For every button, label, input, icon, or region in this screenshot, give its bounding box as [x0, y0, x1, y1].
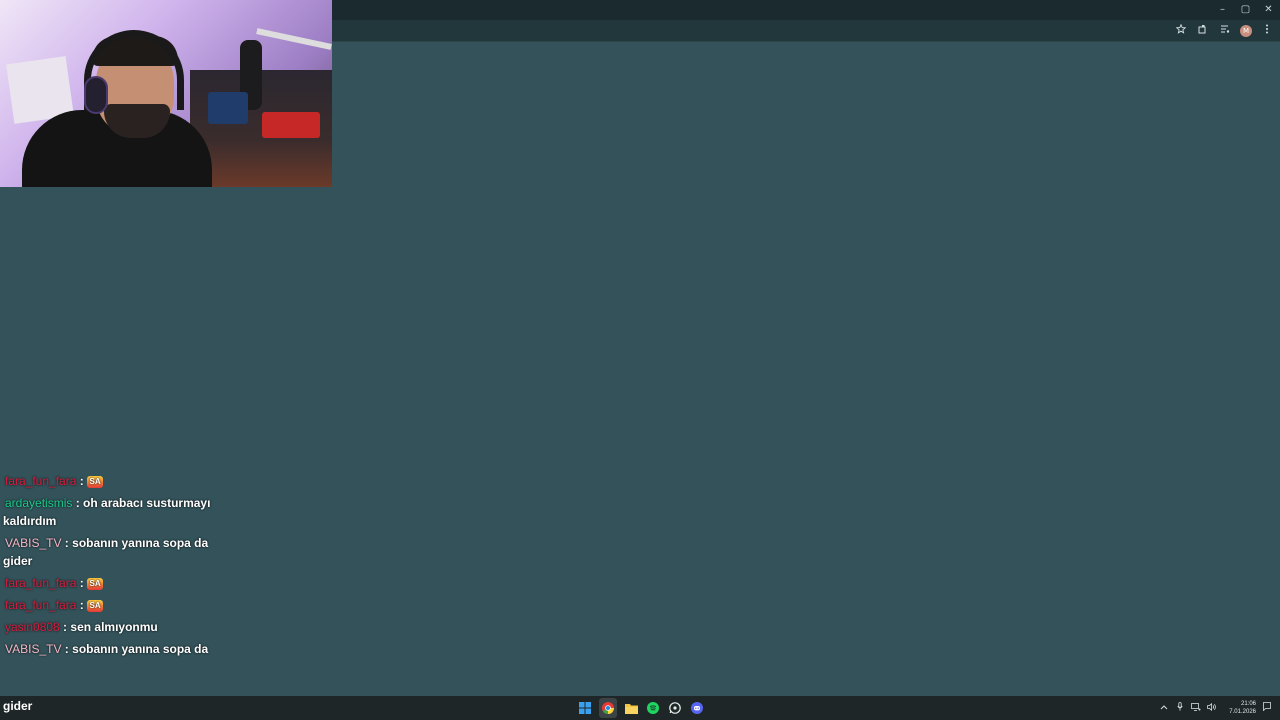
webcam-background-red-object	[262, 112, 320, 138]
chat-username: yasin0808	[5, 620, 60, 634]
minimize-icon[interactable]: –	[1211, 0, 1234, 20]
clock-date: 7.01.2026	[1229, 709, 1256, 715]
webcam-background-box	[208, 92, 248, 124]
chevron-up-icon[interactable]	[1159, 703, 1169, 713]
chat-overflow-text: gider	[3, 699, 33, 713]
chat-username: fara_fun_fara	[5, 598, 77, 612]
chat-username: VABIS_TV	[5, 642, 62, 656]
spotify-icon[interactable]	[645, 698, 661, 718]
taskbar-apps	[577, 698, 705, 718]
profile-avatar[interactable]: M	[1240, 25, 1252, 37]
chat-message: fara_fun_fara : SA	[3, 472, 218, 490]
webcam-mic-arm	[256, 28, 332, 50]
taskbar: gider 21:06 7.01.2026	[0, 696, 1280, 720]
notification-icon[interactable]	[1262, 702, 1272, 714]
webcam-overlay	[0, 0, 332, 187]
volume-icon[interactable]	[1207, 702, 1217, 714]
close-icon[interactable]: ✕	[1257, 0, 1280, 20]
sa-emote-icon: SA	[87, 577, 104, 590]
taskbar-clock[interactable]: 21:06 7.01.2026	[1229, 700, 1256, 716]
bookmark-star-icon[interactable]	[1174, 23, 1188, 38]
chat-text: sen almıyonmu	[70, 620, 158, 634]
sa-emote-icon: SA	[87, 475, 104, 488]
chat-text: sobanın yanına sopa da	[72, 642, 209, 656]
extensions-icon[interactable]	[1196, 24, 1210, 38]
menu-icon[interactable]	[1260, 24, 1274, 38]
webcam-headset-earcup	[84, 76, 108, 114]
clock-time: 21:06	[1240, 701, 1256, 707]
chat-username: fara_fun_fara	[5, 576, 77, 590]
sa-emote-icon: SA	[87, 599, 104, 612]
chat-username: VABIS_TV	[5, 536, 62, 550]
media-icon[interactable]	[1218, 24, 1232, 38]
restore-icon[interactable]: ▢	[1234, 0, 1257, 20]
chat-message: fara_fun_fara : SA	[3, 574, 218, 592]
network-icon[interactable]	[1191, 702, 1201, 714]
window-controls: – ▢ ✕	[1211, 0, 1280, 20]
discord-icon[interactable]	[689, 698, 705, 718]
chat-message: VABIS_TV : sobanın yanına sopa da	[5, 642, 209, 656]
chat-username: fara_fun_fara	[5, 474, 77, 488]
chat-message: VABIS_TV : sobanın yanına sopa da gider	[3, 536, 209, 568]
chat-message: ardayetismis : oh arabacı susturmayı kal…	[3, 496, 211, 528]
chat-message: yasin0808 : sen almıyonmu	[5, 620, 158, 634]
whatsapp-icon[interactable]	[667, 698, 683, 718]
file-explorer-icon[interactable]	[623, 698, 639, 718]
chat-message: fara_fun_fara : SA	[3, 596, 218, 614]
system-tray: 21:06 7.01.2026	[1159, 696, 1272, 720]
chat-username: ardayetismis	[5, 496, 73, 510]
microphone-icon[interactable]	[1175, 702, 1185, 714]
toolbar-icons: M	[1174, 20, 1274, 42]
windows-start-icon[interactable]	[577, 698, 593, 718]
chat-overlay: fara_fun_fara : SA ardayetismis : oh ara…	[3, 472, 218, 662]
chrome-icon[interactable]	[599, 698, 617, 718]
